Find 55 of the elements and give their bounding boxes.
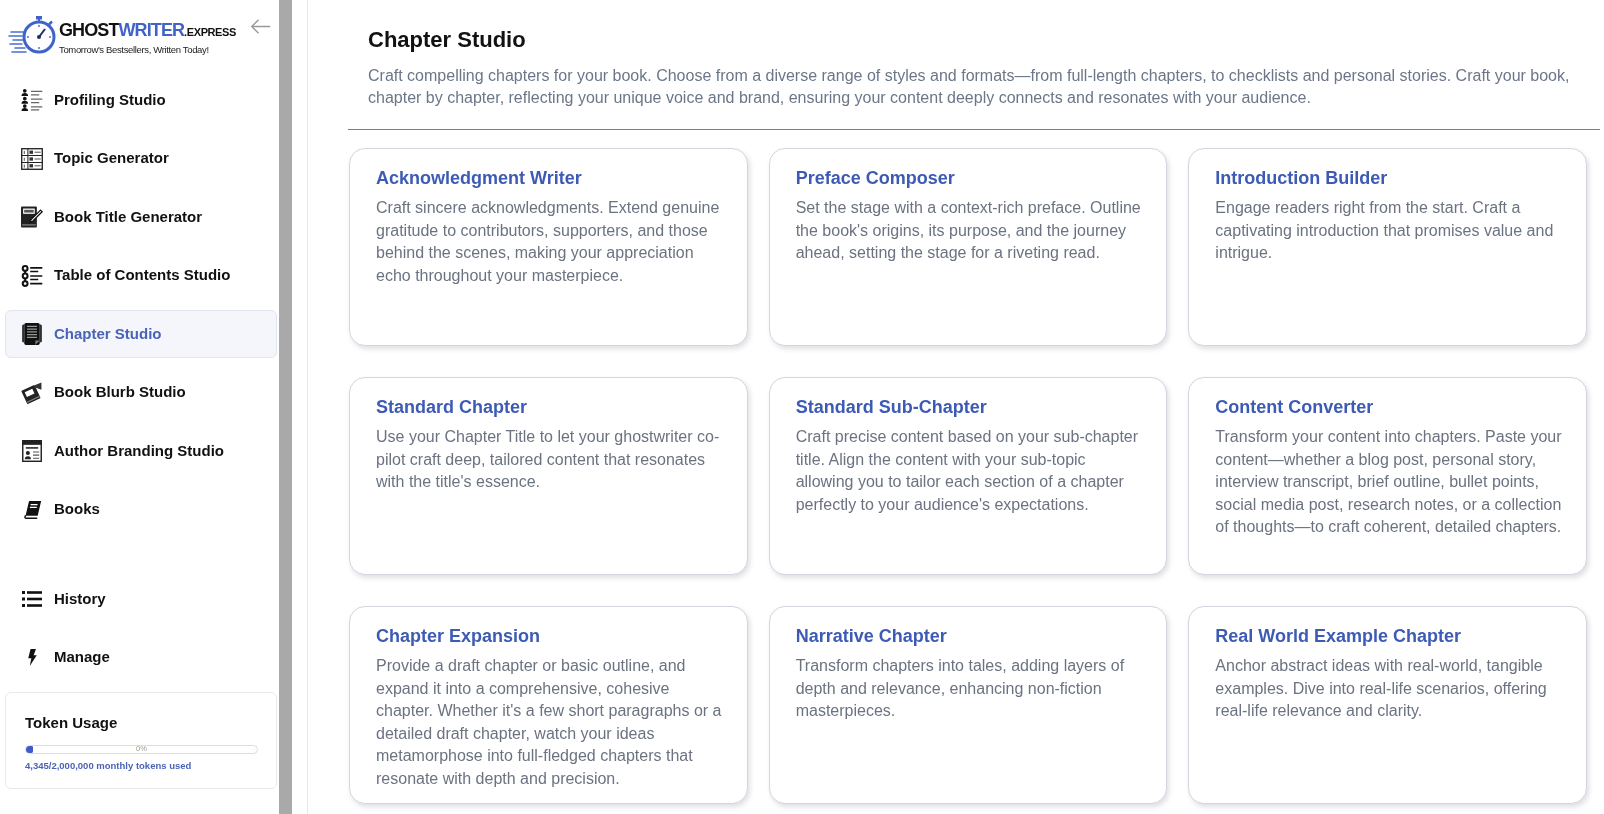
card-description: Engage readers right from the start. Craft a captivating introduction that promises value and intrigue. xyxy=(1215,198,1555,263)
lightning-bolt-icon xyxy=(27,649,37,666)
card-title: Chapter Expansion xyxy=(376,625,542,647)
tool-card[interactable]: Preface Composer Set the stage with a context-rich preface. Outline the book's origins, its purpose, and the journey ahead, setting the stage for a riveting read. xyxy=(768,148,1168,346)
list-icon xyxy=(22,591,42,607)
people-list-icon xyxy=(21,89,43,111)
tool-card[interactable]: Standard Chapter Use your Chapter Title to let your ghostwriter co-pilot craft deep, tailored content that resonates with the title's essence. xyxy=(349,377,748,575)
card-title: Content Converter xyxy=(1215,396,1375,418)
logo-wordmark: GHOSTWRITER.EXPRESS xyxy=(59,20,236,42)
sidebar-item[interactable]: Book Title Generator xyxy=(5,193,277,241)
sidebar-item[interactable]: History xyxy=(5,575,277,623)
token-usage-caption: 4,345/2,000,000 monthly tokens used xyxy=(25,759,193,772)
book-megaphone-icon xyxy=(21,381,43,404)
card-description: Transform your content into chapters. Paste your content—whether a blog post, personal story, interview transcript, brief outline, bullet points, social media post, research notes, or a collection of thoughts—to craft coherent, detailed chapters. xyxy=(1215,427,1563,537)
card-title: Narrative Chapter xyxy=(795,625,948,647)
sidebar-item[interactable]: Books xyxy=(5,485,277,534)
tool-card[interactable]: Real World Example Chapter Anchor abstract ideas with real-world, tangible examples. Dive into real-life scenarios, offering real-life relevance and clarity. xyxy=(1188,606,1587,804)
card-description: Transform chapters into tales, adding layers of depth and relevance, enhancing non-fiction masterpieces. xyxy=(795,656,1126,721)
tool-card[interactable]: Introduction Builder Engage readers right from the start. Craft a captivating introduction that promises value and intrigue. xyxy=(1188,148,1587,346)
tool-card[interactable] xyxy=(768,377,1168,575)
card-title: Acknowledgment Writer xyxy=(376,167,583,189)
sidebar-item[interactable]: Manage xyxy=(5,633,277,682)
book-icon xyxy=(21,323,43,345)
card-description: Anchor abstract ideas with real-world, tangible examples. Dive into real-life scenarios, offering real-life relevance and clarity. xyxy=(1215,656,1548,721)
logo-tagline: Tomorrow's Bestsellers, Written Today! xyxy=(59,44,210,55)
card-description: Craft precise content based on your sub-chapter title. Align the content with your sub-topic allowing you to tailor each section of a chapter perfectly to your audience's expectations. xyxy=(795,427,1140,515)
connected-list-icon xyxy=(21,264,43,287)
card-description: Craft sincere acknowledgments. Extend genuine gratitude to contributors, supporters, and those behind the scenes, making your appreciation echo throughout your masterpiece. xyxy=(376,198,721,286)
sidebar-item[interactable]: Topic Generator xyxy=(5,134,277,183)
card-description: Use your Chapter Title to let your ghostwriter co-pilot craft deep, tailored content that resonates with the title's essence. xyxy=(376,427,721,492)
sidebar-item[interactable]: Chapter Studio xyxy=(5,310,277,358)
page-description: Craft compelling chapters for your book. Choose from a diverse range of styles and formats—from full-length chapters, to checklists and personal stories. Craft your book, chapter by chapter, reflecting your unique voice and brand, ensuring your content deeply connects and resonates with your audience. xyxy=(368,66,1571,108)
card-title: Preface Composer xyxy=(795,167,956,189)
tool-card[interactable]: Narrative Chapter Transform chapters into tales, adding layers of depth and relevance, enhancing non-fiction masterpieces. xyxy=(768,606,1168,804)
card-description: Set the stage with a context-rich preface. Outline the book's origins, its purpose, and the journey ahead, setting the stage for a riveting read. xyxy=(795,198,1142,263)
sidebar-scrollbar[interactable] xyxy=(279,0,292,814)
token-usage-title: Token Usage xyxy=(25,713,119,732)
sidebar-item[interactable]: Book Blurb Studio xyxy=(5,368,277,417)
sidebar-item[interactable]: Profiling Studio xyxy=(5,76,277,124)
webpage-person-icon xyxy=(21,440,43,462)
sidebar-item[interactable]: Author Branding Studio xyxy=(5,427,277,475)
card-title: Introduction Builder xyxy=(1215,167,1389,189)
card-title: Real World Example Chapter xyxy=(1215,625,1463,647)
book-pen-icon xyxy=(21,206,43,228)
card-description: Provide a draft chapter or basic outline, and expand it into a comprehensive, cohesive chapter. Whether it's a few short paragraphs or a detailed draft chapter, watch your ideas metamorphose into full-fledged chapters that resonate with depth and precision. xyxy=(376,656,723,789)
book-icon xyxy=(22,500,42,519)
card-title: Standard Sub-Chapter xyxy=(795,396,988,418)
tool-card[interactable] xyxy=(1188,377,1587,575)
collapse-arrow-icon[interactable] xyxy=(250,19,272,34)
tool-card[interactable]: Acknowledgment Writer Craft sincere acknowledgments. Extend genuine gratitude to contributors, supporters, and those behind the scenes, making your appreciation echo throughout your masterpiece. xyxy=(349,148,748,346)
tool-card[interactable] xyxy=(349,606,748,804)
page-title: Chapter Studio xyxy=(368,26,527,54)
numbered-list-icon xyxy=(21,147,43,170)
sidebar-item[interactable]: Table of Contents Studio xyxy=(5,251,277,300)
card-title: Standard Chapter xyxy=(376,396,529,418)
